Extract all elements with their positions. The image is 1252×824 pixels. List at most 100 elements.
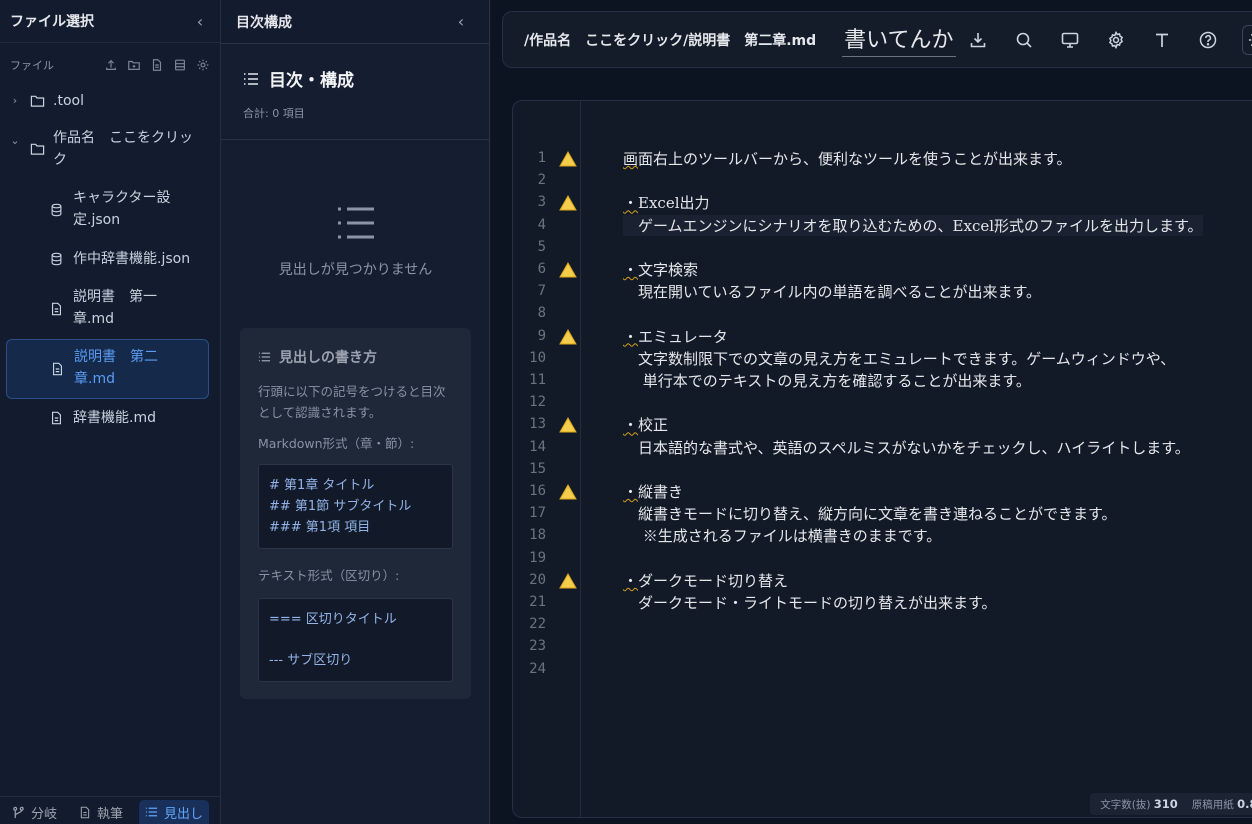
line-number: 22 (529, 616, 546, 633)
editor-line: ・縦書き (623, 483, 684, 501)
markdown-line: ### 第1項 項目 (269, 520, 371, 535)
sun-icon[interactable] (1241, 24, 1252, 55)
spell-warning-mark: ・ (623, 571, 639, 590)
markdown-line: # 第1章 タイトル (269, 478, 375, 493)
toc-summary: 目次・構成 合計: 0 項目 (221, 44, 489, 140)
line-number: 19 (529, 549, 546, 566)
text-icon[interactable] (1150, 28, 1174, 52)
warning-icon[interactable] (559, 328, 577, 345)
tab-writing[interactable]: 執筆 (73, 800, 129, 824)
monitor-icon[interactable] (1058, 28, 1082, 52)
line-number: 17 (529, 505, 546, 522)
tree-item-label: 辞書機能.md (73, 410, 156, 426)
line-number: 23 (529, 638, 546, 655)
text-format-line: --- サブ区切り (269, 653, 353, 668)
tree-item-dictionary-md[interactable]: 辞書機能.md (6, 407, 209, 429)
editor-line: ・Excel出力 (623, 194, 710, 213)
list-icon (258, 352, 271, 362)
tree-item-manual-ch2[interactable]: 説明書 第二章.md (6, 339, 209, 399)
settings-icon[interactable] (196, 58, 210, 72)
toc-header: 目次構成 ‹ (221, 0, 489, 44)
folder-icon (30, 143, 45, 155)
line-number: 13 (529, 416, 546, 433)
editor-line: 現在開いているファイル内の単語を調べることが出来ます。 (623, 283, 1042, 302)
chevron-down-icon[interactable]: ⌄ (6, 130, 24, 152)
search-icon[interactable] (1012, 28, 1036, 52)
warning-icon[interactable] (559, 151, 577, 167)
database-icon (51, 203, 62, 217)
text-format-example: === 区切りタイトル --- サブ区切り (258, 598, 453, 682)
collapse-toc-icon[interactable]: ‹ (451, 12, 471, 31)
heading-help-card: 見出しの書き方 行頭に以下の記号をつけると目次として認識されます。 Markdo… (240, 328, 471, 699)
line-number: 15 (529, 460, 546, 477)
gear-icon[interactable] (1104, 28, 1128, 52)
collapse-sidebar-icon[interactable]: ‹ (190, 12, 210, 31)
editor-line: ・ダークモード切り替え (623, 571, 789, 590)
download-icon[interactable] (966, 28, 990, 52)
char-count-label: 文字数(抜) (1100, 798, 1151, 811)
warning-icon[interactable] (559, 572, 577, 589)
list-icon (244, 72, 258, 85)
tree-item-dictionary-json[interactable]: 作中辞書機能.json (6, 248, 209, 270)
spell-warning-mark: ・ (623, 261, 639, 279)
line-number: 6 (537, 261, 546, 277)
editor-line: 単行本でのテキストの見え方を確認することが出来ます。 (623, 372, 1031, 390)
chevron-right-icon[interactable]: › (6, 90, 24, 112)
line-number: 7 (537, 283, 546, 300)
app-logo: 書いてんか (842, 22, 956, 57)
file-icon (51, 411, 62, 425)
tab-branch[interactable]: 分岐 (6, 800, 63, 824)
text-editor[interactable]: 1 2 3 4 5 6 7 8 9 10 11 12 13 14 15 16 17 18 19 20 21 22 23 24 … (512, 100, 1252, 818)
line-number: 24 (529, 660, 546, 677)
sidebar-header: ファイル選択 ‹ (0, 0, 220, 42)
line-number: 2 (537, 172, 546, 189)
tree-item-project-folder[interactable]: ⌄ 作品名 ここをクリック (6, 127, 209, 171)
tree-item-tool-folder[interactable]: › .tool (6, 90, 209, 112)
warning-icon[interactable] (559, 417, 577, 433)
text-format-label: テキスト形式（区切り）: (258, 568, 400, 583)
line-number: 18 (529, 527, 546, 544)
main-area: /作品名 ここをクリック/説明書 第二章.md 書いてんか 1 2 3 4 5 … (491, 0, 1252, 824)
warning-icon[interactable] (559, 262, 577, 278)
database-icon[interactable] (173, 58, 187, 72)
tree-item-manual-ch1[interactable]: 説明書 第一章.md (6, 286, 209, 330)
line-number: 11 (529, 372, 546, 388)
spell-warning-mark: ・ (623, 194, 639, 213)
help-icon[interactable] (1196, 28, 1220, 52)
editor-line: ・校正 (623, 416, 669, 435)
tab-headings[interactable]: 見出し (139, 800, 210, 824)
file-path[interactable]: /作品名 ここをクリック/説明書 第二章.md (524, 30, 816, 50)
warning-icon[interactable] (559, 195, 577, 211)
line-number: 3 (537, 194, 546, 211)
sidebar-title: ファイル選択 (10, 14, 94, 30)
toc-panel: 目次構成 ‹ 目次・構成 合計: 0 項目 見出しが見つかりません 見出しの書き… (221, 0, 490, 824)
new-file-icon[interactable] (150, 58, 164, 72)
tree-item-label: 作中辞書機能.json (73, 251, 191, 267)
file-tools (104, 58, 210, 72)
editor-line: 日本語的な書式や、英語のスペルミスがないかをチェックし、ハイライトします。 (623, 438, 1190, 457)
sidebar-bottom-tabs: 分岐 執筆 見出し (0, 796, 221, 824)
toc-empty-text: 見出しが見つかりません (278, 262, 433, 278)
tab-label: 見出し (164, 806, 204, 822)
tree-item-character-json[interactable]: キャラクター設定.json (6, 187, 209, 231)
line-number: 10 (529, 349, 546, 366)
editor-line: ・エミュレータ (623, 327, 728, 346)
markdown-label: Markdown形式（章・節）: (258, 436, 415, 451)
spell-warning-mark: 画 (623, 150, 639, 168)
toolbar: /作品名 ここをクリック/説明書 第二章.md 書いてんか (502, 11, 1252, 68)
new-folder-icon[interactable] (127, 58, 141, 72)
warning-icon[interactable] (559, 484, 577, 500)
line-number: 12 (529, 394, 546, 411)
tree-item-label: 作品名 ここをクリック (53, 130, 193, 168)
file-sidebar: ファイル選択 ‹ ファイル › .tool ⌄ 作品名 ここをクリック キャラク… (0, 0, 221, 824)
line-number: 21 (529, 594, 546, 610)
text-format-line: === 区切りタイトル (269, 612, 397, 627)
manuscript-paper: 原稿用紙 0.8枚 (1192, 796, 1252, 812)
manuscript-paper-label: 原稿用紙 (1191, 799, 1234, 811)
tree-item-label: .tool (53, 93, 84, 109)
markdown-example: # 第1章 タイトル ## 第1節 サブタイトル ### 第1項 項目 (258, 464, 453, 549)
upload-icon[interactable] (104, 58, 118, 72)
toc-empty-state: 見出しが見つかりません (221, 205, 490, 279)
line-number: 8 (537, 305, 546, 322)
branch-icon (13, 806, 24, 818)
